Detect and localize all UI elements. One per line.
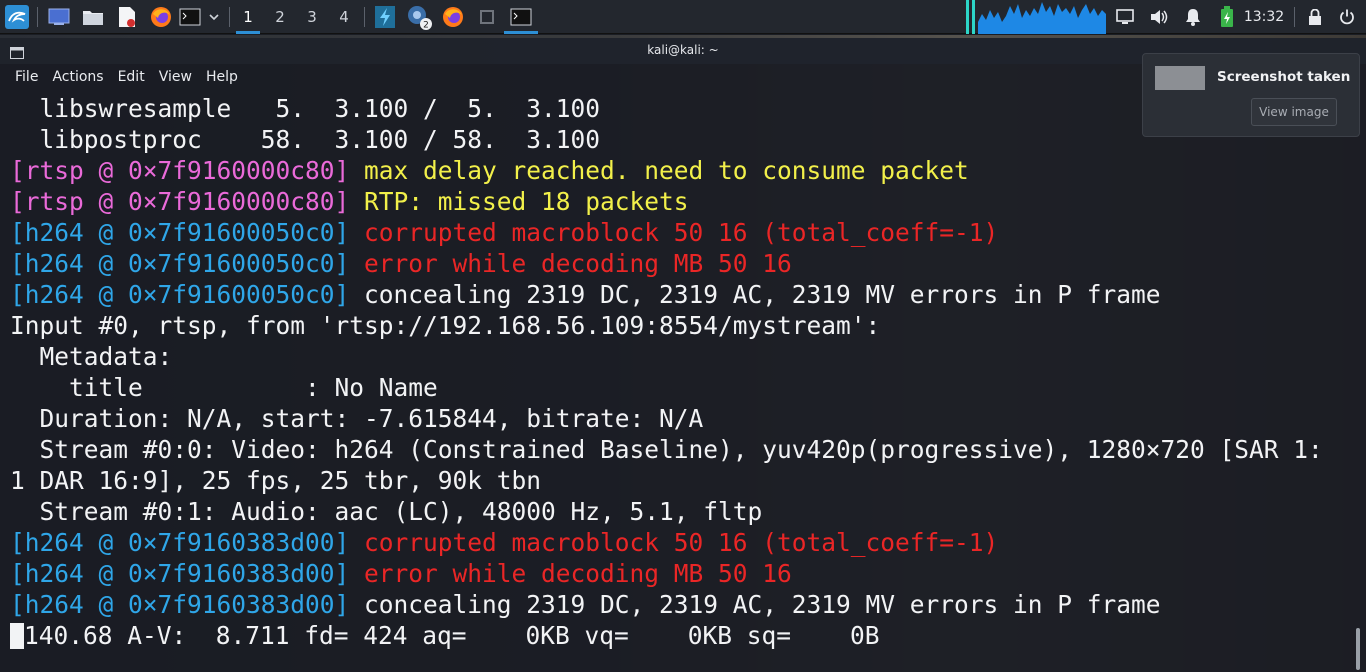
terminal-text-segment: [h264 @ 0×7f91600050c0] <box>10 218 365 247</box>
terminal-text-segment: corrupted macroblock 50 16 (total_coeff=… <box>364 218 999 247</box>
workspace-label: 2 <box>275 8 285 26</box>
panel-separator <box>37 7 38 27</box>
scrollbar-thumb[interactable] <box>1356 628 1360 670</box>
terminal-output[interactable]: libswresample 5. 3.100 / 5. 3.100 libpos… <box>0 93 1350 672</box>
chevron-down-icon[interactable] <box>204 0 224 34</box>
volume-icon[interactable] <box>1146 0 1172 34</box>
terminal-line: 1 DAR 16:9], 25 fps, 25 tbr, 90k tbn <box>10 465 1350 496</box>
task-screenshot-icon[interactable]: 2 <box>404 0 434 34</box>
terminal-text-segment: libswresample 5. 3.100 / 5. 3.100 <box>10 94 601 123</box>
terminal-line: Stream #0:1: Audio: aac (LC), 48000 Hz, … <box>10 496 1350 527</box>
terminal-status-text: 140.68 A-V: 8.711 fd= 424 aq= 0KB vq= 0K… <box>24 621 880 650</box>
menu-file[interactable]: File <box>15 69 38 85</box>
terminal-line: [h264 @ 0×7f9160383d00] corrupted macrob… <box>10 527 1350 558</box>
terminal-status-line: 140.68 A-V: 8.711 fd= 424 aq= 0KB vq= 0K… <box>10 620 1350 651</box>
task-window-icon[interactable] <box>474 0 500 34</box>
terminal-text-segment: libpostproc 58. 3.100 / 58. 3.100 <box>10 125 601 154</box>
terminal-text-segment: RTP: missed 18 packets <box>364 187 689 216</box>
firefox-icon[interactable] <box>148 0 174 34</box>
lock-icon[interactable] <box>1302 0 1328 34</box>
notification-title: Screenshot taken <box>1217 69 1351 85</box>
task-active-indicator <box>504 31 538 34</box>
task-firefox-icon[interactable] <box>440 0 466 34</box>
panel-separator <box>229 7 230 27</box>
terminal-cursor <box>10 623 24 649</box>
terminal-text-segment: Input #0, rtsp, from 'rtsp://192.168.56.… <box>10 311 881 340</box>
terminal-text-segment: concealing 2319 DC, 2319 AC, 2319 MV err… <box>364 590 1161 619</box>
terminal-scrollbar[interactable] <box>1353 93 1363 672</box>
menu-edit[interactable]: Edit <box>118 69 145 85</box>
terminal-text-segment: concealing 2319 DC, 2319 AC, 2319 MV err… <box>364 280 1161 309</box>
menu-help[interactable]: Help <box>206 69 238 85</box>
power-icon[interactable] <box>1334 0 1360 34</box>
terminal-text-segment: [h264 @ 0×7f91600050c0] <box>10 249 365 278</box>
menu-actions[interactable]: Actions <box>52 69 103 85</box>
terminal-line: [h264 @ 0×7f9160383d00] concealing 2319 … <box>10 589 1350 620</box>
terminal-text-segment: [h264 @ 0×7f9160383d00] <box>10 559 365 588</box>
notifications-bell-icon[interactable] <box>1180 0 1206 34</box>
kali-menu-icon[interactable] <box>2 0 32 34</box>
view-image-button[interactable]: View image <box>1251 98 1337 126</box>
menu-view[interactable]: View <box>159 69 192 85</box>
terminal-line: [h264 @ 0×7f91600050c0] concealing 2319 … <box>10 279 1350 310</box>
terminal-text-segment: [rtsp @ 0×7f9160000c80] <box>10 156 365 185</box>
task-terminal-active[interactable] <box>504 0 538 34</box>
terminal-line: Stream #0:0: Video: h264 (Constrained Ba… <box>10 434 1350 465</box>
workspace-label: 4 <box>339 8 349 26</box>
workspace-3[interactable]: 3 <box>298 0 326 34</box>
terminal-line: [rtsp @ 0×7f9160000c80] max delay reache… <box>10 155 1350 186</box>
terminal-line: Input #0, rtsp, from 'rtsp://192.168.56.… <box>10 310 1350 341</box>
notification-count-badge: 2 <box>423 21 429 31</box>
panel-separator <box>364 7 365 27</box>
terminal-text-segment: max delay reached. need to consume packe… <box>364 156 969 185</box>
show-desktop-icon[interactable] <box>46 0 72 34</box>
terminal-text-segment: Metadata: <box>10 342 173 371</box>
workspace-4[interactable]: 4 <box>330 0 358 34</box>
cpu-graph <box>966 0 1106 34</box>
clock[interactable]: 13:32 <box>1240 0 1288 34</box>
terminal-line: [h264 @ 0×7f91600050c0] error while deco… <box>10 248 1350 279</box>
screenshot-notification[interactable]: Screenshot taken View image <box>1142 53 1360 137</box>
terminal-line: [h264 @ 0×7f91600050c0] corrupted macrob… <box>10 217 1350 248</box>
terminal-text-segment: Stream #0:1: Audio: aac (LC), 48000 Hz, … <box>10 497 763 526</box>
terminal-icon[interactable] <box>178 0 202 34</box>
workspace-2[interactable]: 2 <box>266 0 294 34</box>
top-panel: 1 2 3 4 2 13:32 <box>0 0 1366 34</box>
workspace-label: 3 <box>307 8 317 26</box>
display-icon[interactable] <box>1112 0 1138 34</box>
terminal-text-segment: [rtsp @ 0×7f9160000c80] <box>10 187 365 216</box>
files-icon[interactable] <box>80 0 106 34</box>
terminal-text-segment: error while decoding MB 50 16 <box>364 559 792 588</box>
terminal-text-segment: error while decoding MB 50 16 <box>364 249 792 278</box>
terminal-line: Duration: N/A, start: -7.615844, bitrate… <box>10 403 1350 434</box>
terminal-text-segment: Stream #0:0: Video: h264 (Constrained Ba… <box>10 435 1323 464</box>
terminal-text-segment: Duration: N/A, start: -7.615844, bitrate… <box>10 404 704 433</box>
terminal-text-segment: corrupted macroblock 50 16 (total_coeff=… <box>364 528 999 557</box>
terminal-line: title : No Name <box>10 372 1350 403</box>
terminal-text-segment: [h264 @ 0×7f9160383d00] <box>10 590 365 619</box>
terminal-text-segment: [h264 @ 0×7f9160383d00] <box>10 528 365 557</box>
terminal-line: Metadata: <box>10 341 1350 372</box>
workspace-label: 1 <box>243 8 253 26</box>
terminal-line: [rtsp @ 0×7f9160000c80] RTP: missed 18 p… <box>10 186 1350 217</box>
terminal-line: [h264 @ 0×7f9160383d00] error while deco… <box>10 558 1350 589</box>
terminal-text-segment: [h264 @ 0×7f91600050c0] <box>10 280 365 309</box>
terminal-text-segment: 1 DAR 16:9], 25 fps, 25 tbr, 90k tbn <box>10 466 542 495</box>
screenshot-thumbnail <box>1155 66 1205 90</box>
task-app-icon[interactable] <box>372 0 398 34</box>
clock-text: 13:32 <box>1243 9 1285 25</box>
terminal-text-segment: title : No Name <box>10 373 438 402</box>
workspace-1[interactable]: 1 <box>234 0 262 34</box>
workspace-active-indicator <box>236 31 260 34</box>
battery-icon[interactable] <box>1214 0 1240 34</box>
panel-separator <box>1294 7 1295 27</box>
text-editor-icon[interactable] <box>114 0 140 34</box>
